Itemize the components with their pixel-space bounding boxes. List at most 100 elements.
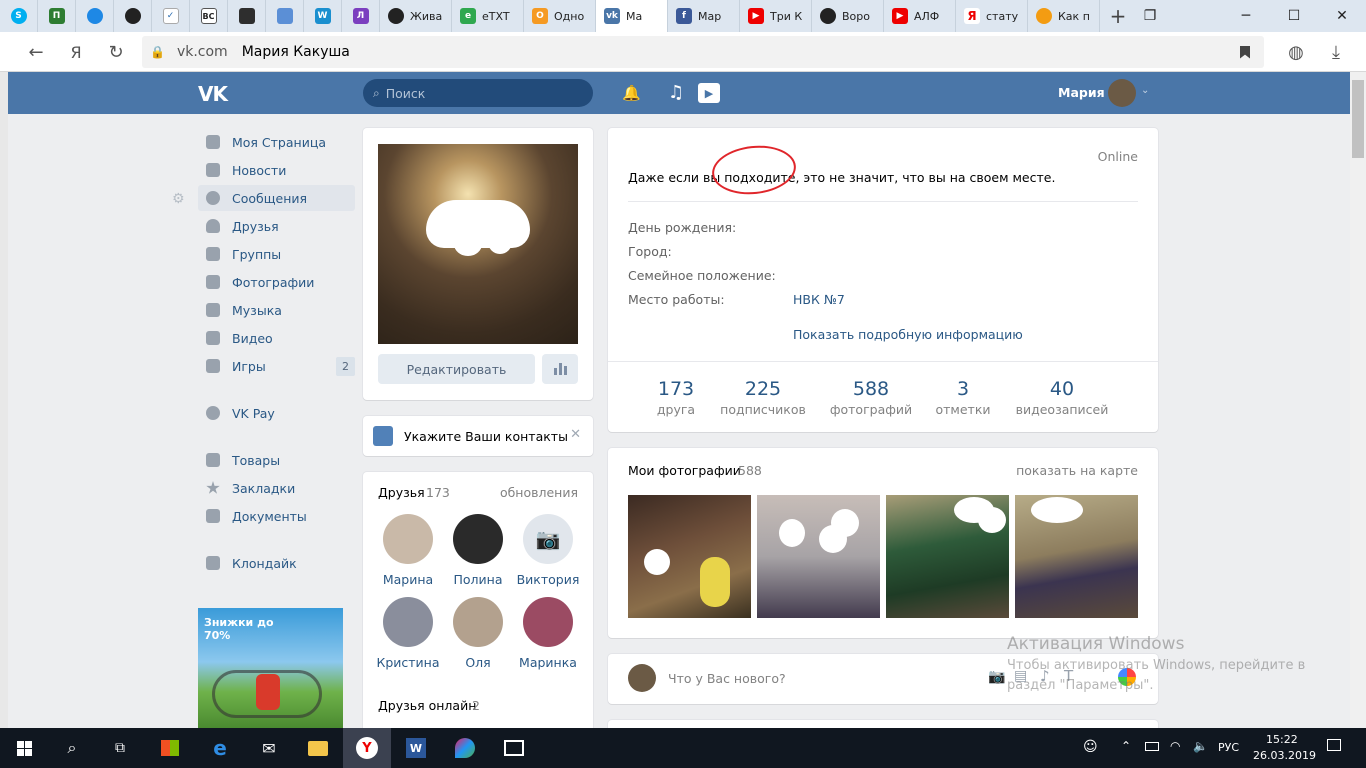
sidebar-item-music[interactable]: Музыка [198,297,355,323]
network-icon[interactable]: ◠ [1170,739,1180,753]
counter-friends[interactable]: 173 друга [626,378,726,417]
sidebar-item-video[interactable]: Видео [198,325,355,351]
tab-7[interactable]: Воро [812,0,884,32]
friend-item[interactable]: 📷 Виктория [513,514,583,587]
tab-manager-icon[interactable]: ❐ [1126,0,1174,32]
sidebar-item-bookmarks[interactable]: Закладки [198,475,355,501]
friends-updates-link[interactable]: обновления [500,485,578,500]
tab-site-2[interactable] [76,0,114,32]
tab-4-active[interactable]: vk Ма [596,0,668,32]
camera-icon[interactable]: 📷 [988,669,1005,685]
tab-1[interactable]: Жива [380,0,452,32]
tab-8[interactable]: ▶ АЛФ [884,0,956,32]
profile-photo[interactable] [378,144,578,344]
scrollbar-thumb[interactable] [1352,80,1364,158]
tab-site-5[interactable]: BC [190,0,228,32]
photos-title[interactable]: Мои фотографии [628,463,741,478]
maximize-button[interactable]: ☐ [1270,0,1318,32]
reload-button[interactable]: ↻ [98,32,134,72]
sidebar-item-klondike[interactable]: Клондайк [198,550,355,576]
start-button[interactable] [0,728,48,768]
tab-site-6[interactable] [228,0,266,32]
vk-logo[interactable]: VK [198,82,232,106]
sidebar-item-friends[interactable]: Друзья [198,213,355,239]
task-view-icon[interactable]: ⧉ [96,728,144,768]
notifications-bell-icon[interactable]: 🔔 [622,84,641,102]
store-icon[interactable] [146,728,194,768]
paint-icon[interactable] [441,728,489,768]
tab-2[interactable]: e eTXT [452,0,524,32]
sidebar-item-news[interactable]: Новости [198,157,355,183]
tab-9[interactable]: Ястату [956,0,1028,32]
search-icon[interactable]: ⌕ [48,728,96,768]
counter-photos[interactable]: 588 фотографий [821,378,921,417]
counter-followers[interactable]: 225 подписчиков [713,378,813,417]
tab-5[interactable]: f Мар [668,0,740,32]
close-window-button[interactable]: ✕ [1318,0,1366,32]
counter-tags[interactable]: 3 отметки [913,378,1013,417]
header-avatar[interactable] [1108,79,1136,107]
friend-item[interactable]: Маринка [513,597,583,670]
url-field[interactable]: 🔒 vk.com Мария Какуша [142,36,1264,68]
language-indicator[interactable]: РУС [1218,741,1239,754]
page-scrollbar[interactable] [1350,72,1366,728]
battery-icon[interactable] [1145,742,1159,751]
search-input[interactable]: ⌕ Поиск [363,79,593,107]
sidebar-item-groups[interactable]: Группы [198,241,355,267]
tab-6[interactable]: ▶ Три К [740,0,812,32]
chevron-down-icon[interactable]: ⌄ [1141,85,1149,96]
download-icon[interactable]: ⤓ [1318,32,1354,72]
sidebar-ad[interactable]: Знижки до 70% [198,608,343,728]
photo-thumbnail[interactable] [628,495,751,618]
photo-thumbnail[interactable] [886,495,1009,618]
tab-site-4[interactable]: ✓ [152,0,190,32]
sidebar-item-games[interactable]: Игры 2 [198,353,355,379]
friend-item[interactable]: Марина [373,514,443,587]
workplace-link[interactable]: НВК №7 [793,292,845,307]
stats-button[interactable] [542,354,578,384]
clock-time[interactable]: 15:22 [1266,733,1298,746]
clock-date[interactable]: 26.03.2019 [1253,749,1316,762]
tab-site-1[interactable]: П [38,0,76,32]
header-user-name[interactable]: Мария [1058,85,1105,100]
play-icon[interactable]: ▶ [698,83,720,103]
globe-icon[interactable]: ◍ [1278,32,1314,72]
friend-item[interactable]: Оля [443,597,513,670]
friend-item[interactable]: Полина [443,514,513,587]
edge-icon[interactable]: e [196,728,244,768]
edit-profile-button[interactable]: Редактировать [378,354,535,384]
sidebar-item-documents[interactable]: Документы [198,503,355,529]
tab-site-7[interactable] [266,0,304,32]
minimize-button[interactable]: ─ [1222,0,1270,32]
sidebar-item-messages[interactable]: Сообщения [198,185,355,211]
photo-thumbnail[interactable] [757,495,880,618]
profile-status-text[interactable]: Даже если вы подходите, это не значит, ч… [628,170,1055,185]
bookmark-icon[interactable] [1240,45,1250,59]
tab-site-8[interactable]: W [304,0,342,32]
mail-icon[interactable]: ✉ [245,728,293,768]
tab-site-9[interactable]: Л [342,0,380,32]
friend-item[interactable]: Кристина [373,597,443,670]
tab-skype[interactable]: S [0,0,38,32]
friends-online-title[interactable]: Друзья онлайн [378,698,476,713]
contacts-prompt-card[interactable]: Укажите Ваши контакты ✕ [363,416,593,456]
music-icon[interactable]: ♫ [668,82,684,103]
sidebar-item-my-page[interactable]: Моя Страница [198,129,355,155]
sidebar-item-photos[interactable]: Фотографии [198,269,355,295]
sidebar-item-goods[interactable]: Товары [198,447,355,473]
tab-site-3[interactable] [114,0,152,32]
volume-icon[interactable]: 🔈 [1193,739,1208,753]
close-icon[interactable]: ✕ [570,427,581,442]
photos-app-icon[interactable] [490,728,538,768]
photo-thumbnail[interactable] [1015,495,1138,618]
people-icon[interactable]: ☺ [1083,739,1098,755]
back-button[interactable]: ← [18,32,54,72]
action-center-icon[interactable] [1327,739,1341,751]
word-icon[interactable]: W [392,728,440,768]
gear-icon[interactable]: ⚙ [172,191,185,207]
tab-10[interactable]: Как п [1028,0,1100,32]
tray-chevron-icon[interactable]: ⌃ [1121,739,1131,753]
file-explorer-icon[interactable] [294,728,342,768]
friends-title[interactable]: Друзья [378,485,425,500]
counter-videos[interactable]: 40 видеозаписей [1012,378,1112,417]
